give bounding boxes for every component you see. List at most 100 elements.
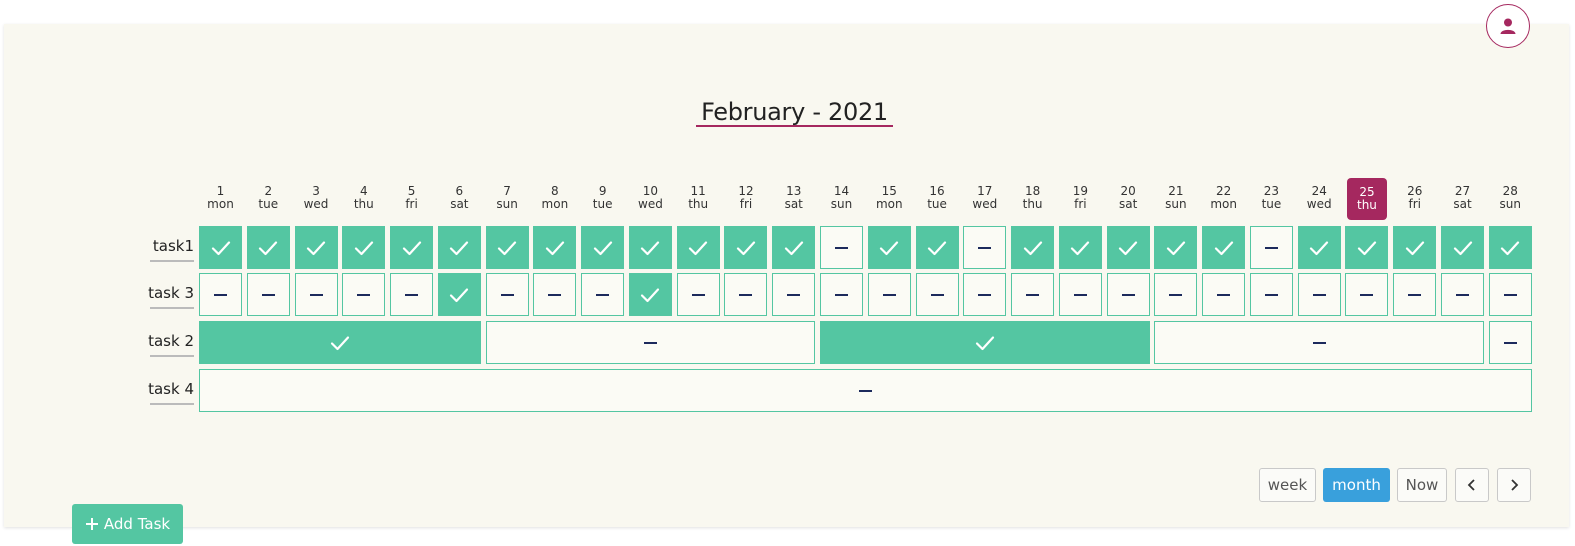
task-cell-pending[interactable] bbox=[342, 273, 386, 316]
task-cell-done[interactable] bbox=[199, 226, 242, 269]
task-cell-pending[interactable] bbox=[820, 226, 863, 269]
task-cell-done[interactable] bbox=[628, 226, 672, 269]
task-cell-pending[interactable] bbox=[1058, 273, 1102, 316]
dash-icon bbox=[978, 293, 992, 296]
day-header: 27 sat bbox=[1443, 185, 1483, 211]
user-icon bbox=[1500, 18, 1516, 34]
task-cell-pending[interactable] bbox=[1154, 321, 1484, 364]
now-button[interactable]: Now bbox=[1397, 468, 1447, 502]
task-cell-done[interactable] bbox=[1058, 226, 1102, 269]
day-header: 3 wed bbox=[296, 185, 336, 211]
task-cell-pending[interactable] bbox=[1393, 273, 1437, 316]
day-header: 8 mon bbox=[535, 185, 575, 211]
task-cell-pending[interactable] bbox=[485, 273, 529, 316]
week-view-button[interactable]: week bbox=[1259, 468, 1316, 502]
task-label[interactable]: task1 bbox=[140, 236, 194, 262]
task-cell-pending[interactable] bbox=[294, 273, 338, 316]
task-cell-pending[interactable] bbox=[581, 273, 625, 316]
task-cell-pending[interactable] bbox=[1249, 273, 1293, 316]
dash-icon bbox=[1073, 293, 1087, 296]
task-cell-done[interactable] bbox=[1441, 226, 1485, 269]
day-of-week: sun bbox=[1499, 197, 1522, 211]
plus-icon bbox=[85, 518, 98, 530]
day-of-week: thu bbox=[1022, 197, 1043, 211]
task-cell-pending[interactable] bbox=[390, 273, 434, 316]
task-cell-done[interactable] bbox=[915, 226, 959, 269]
task-cell-pending[interactable] bbox=[772, 273, 816, 316]
add-task-button[interactable]: Add Task bbox=[72, 504, 183, 544]
task-cell-pending[interactable] bbox=[1297, 273, 1341, 316]
task-cell-done[interactable] bbox=[294, 226, 338, 269]
next-button[interactable] bbox=[1497, 468, 1531, 502]
dash-icon bbox=[1026, 293, 1040, 296]
task-cell-pending[interactable] bbox=[1011, 273, 1055, 316]
task-cell-done[interactable] bbox=[1154, 226, 1198, 269]
day-of-week: fri bbox=[405, 197, 418, 211]
task-cell-pending[interactable] bbox=[246, 273, 290, 316]
month-view-button[interactable]: month bbox=[1323, 468, 1390, 502]
day-of-week: wed bbox=[303, 197, 329, 211]
check-icon bbox=[211, 240, 230, 255]
prev-button[interactable] bbox=[1455, 468, 1489, 502]
task-cell-done[interactable] bbox=[772, 226, 816, 269]
task-cell-pending[interactable] bbox=[1106, 273, 1150, 316]
task-cell-pending[interactable] bbox=[1345, 273, 1389, 316]
task-cell-done[interactable] bbox=[581, 226, 625, 269]
task-cell-done[interactable] bbox=[1393, 226, 1437, 269]
task-cell-pending[interactable] bbox=[1488, 321, 1532, 364]
task-cell-pending[interactable] bbox=[533, 273, 577, 316]
task-cell-pending[interactable] bbox=[199, 369, 1532, 412]
day-header: 5 fri bbox=[392, 185, 432, 211]
task-cell-pending[interactable] bbox=[820, 273, 863, 316]
day-header: 16 tue bbox=[917, 185, 957, 211]
task-cell-done[interactable] bbox=[1488, 226, 1532, 269]
task-cell-pending[interactable] bbox=[1441, 273, 1485, 316]
dash-icon bbox=[1264, 293, 1278, 296]
task-cell-pending[interactable] bbox=[1488, 273, 1532, 316]
task-cell-done[interactable] bbox=[199, 321, 481, 364]
task-cell-done[interactable] bbox=[437, 273, 481, 316]
task-cell-done[interactable] bbox=[390, 226, 434, 269]
task-cell-done[interactable] bbox=[724, 226, 768, 269]
dash-icon bbox=[858, 389, 872, 392]
day-header: 28 sun bbox=[1490, 185, 1530, 211]
dash-icon bbox=[1503, 293, 1517, 296]
task-cell-done[interactable] bbox=[1202, 226, 1246, 269]
task-cell-done[interactable] bbox=[1345, 226, 1389, 269]
task-label[interactable]: task 2 bbox=[140, 331, 194, 357]
check-icon bbox=[1357, 240, 1377, 255]
task-cell-pending[interactable] bbox=[485, 321, 816, 364]
task-cell-done[interactable] bbox=[485, 226, 529, 269]
task-cell-pending[interactable] bbox=[1154, 273, 1198, 316]
task-cell-done[interactable] bbox=[342, 226, 386, 269]
task-cell-done[interactable] bbox=[1106, 226, 1150, 269]
dash-icon bbox=[835, 293, 848, 296]
check-icon bbox=[545, 240, 564, 255]
task-cell-pending[interactable] bbox=[199, 273, 242, 316]
task-cell-done[interactable] bbox=[1011, 226, 1055, 269]
task-cell-done[interactable] bbox=[820, 321, 1150, 364]
task-cell-pending[interactable] bbox=[1202, 273, 1246, 316]
task-cell-done[interactable] bbox=[867, 226, 911, 269]
dash-icon bbox=[1360, 293, 1374, 296]
user-avatar-button[interactable] bbox=[1486, 4, 1530, 48]
task-cell-pending[interactable] bbox=[724, 273, 768, 316]
task-cell-pending[interactable] bbox=[867, 273, 911, 316]
task-cell-done[interactable] bbox=[437, 226, 481, 269]
task-label[interactable]: task 3 bbox=[140, 283, 194, 309]
day-header: 18 thu bbox=[1013, 185, 1053, 211]
task-cell-done[interactable] bbox=[1297, 226, 1341, 269]
task-cell-done[interactable] bbox=[628, 273, 672, 316]
task-cell-done[interactable] bbox=[676, 226, 720, 269]
day-of-week: thu bbox=[1357, 198, 1377, 212]
task-cell-done[interactable] bbox=[246, 226, 290, 269]
task-cell-pending[interactable] bbox=[676, 273, 720, 316]
dash-icon bbox=[691, 293, 705, 296]
task-cell-pending[interactable] bbox=[915, 273, 959, 316]
task-cell-pending[interactable] bbox=[1249, 226, 1293, 269]
task-label[interactable]: task 4 bbox=[140, 379, 194, 405]
task-cell-done[interactable] bbox=[533, 226, 577, 269]
task-cell-pending[interactable] bbox=[963, 226, 1007, 269]
task-cell-pending[interactable] bbox=[963, 273, 1007, 316]
day-header: 15 mon bbox=[869, 185, 909, 211]
